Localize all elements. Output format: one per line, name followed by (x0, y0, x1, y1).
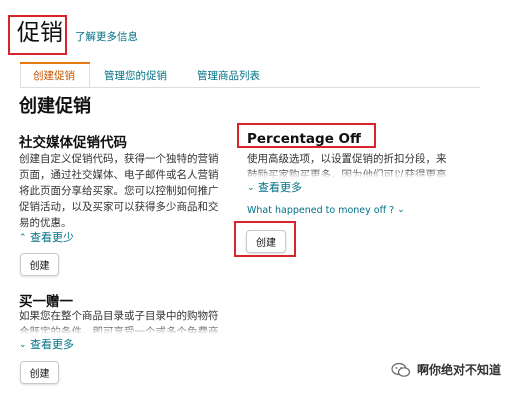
money-off-link[interactable]: What happened to money off ? ⌄ (247, 205, 405, 216)
percentage-fade (247, 169, 455, 178)
percentage-description-wrap: 使用高级选项，以设置促销的折扣分段，来鼓励买家购买更多，因为他们可以获得更高 (247, 151, 455, 178)
learn-more-link[interactable]: 了解更多信息 (75, 29, 138, 44)
bogo-description-wrap: 如果您在整个商品目录或子目录中的购物符合既定的条件，即可享受一个或多个免费商品 (19, 308, 225, 334)
bogo-fade (19, 325, 225, 334)
money-off-label: What happened to money off ? (247, 205, 395, 216)
bogo-create-button[interactable]: 创建 (20, 361, 59, 384)
social-see-less-label: 查看更少 (30, 231, 75, 244)
wechat-logo-icon (391, 362, 411, 377)
percentage-see-more-label: 查看更多 (258, 181, 303, 194)
social-promo-title: 社交媒体促销代码 (19, 135, 127, 151)
tab-manage-listings[interactable]: 管理商品列表 (197, 68, 260, 83)
bogo-title: 买一赠一 (19, 294, 73, 310)
bogo-create-label: 创建 (29, 369, 50, 380)
social-see-less-link[interactable]: ⌃ 查看更少 (19, 229, 74, 245)
bogo-see-more-label: 查看更多 (30, 338, 75, 351)
chevron-down-icon: ⌄ (247, 183, 255, 193)
page-title: 促销 (17, 20, 63, 46)
bogo-see-more-link[interactable]: ⌄ 查看更多 (19, 336, 74, 352)
chevron-down-icon: ⌄ (397, 205, 405, 215)
chevron-down-icon: ⌄ (19, 340, 27, 350)
social-promo-description: 创建自定义促销代码，获得一个独特的营销页面，通过社交媒体、电子邮件或名人营销将此… (19, 153, 219, 229)
tab-active-indicator (20, 62, 90, 64)
percentage-create-button[interactable]: 创建 (246, 230, 286, 253)
percentage-see-more-link[interactable]: ⌄ 查看更多 (247, 179, 302, 195)
percentage-create-label: 创建 (256, 238, 276, 249)
watermark-text: 啊你绝对不知道 (417, 363, 502, 377)
tab-create-promotion-label: 创建促销 (33, 70, 75, 82)
chevron-up-icon: ⌃ (19, 233, 27, 243)
social-create-label: 创建 (29, 261, 50, 272)
watermark: 啊你绝对不知道 (391, 361, 501, 378)
tab-bar-underline (20, 87, 480, 88)
tab-manage-promotions[interactable]: 管理您的促销 (104, 68, 167, 83)
percentage-off-title: Percentage Off (247, 131, 361, 147)
social-create-button[interactable]: 创建 (20, 253, 59, 276)
section-heading: 创建促销 (19, 96, 91, 117)
